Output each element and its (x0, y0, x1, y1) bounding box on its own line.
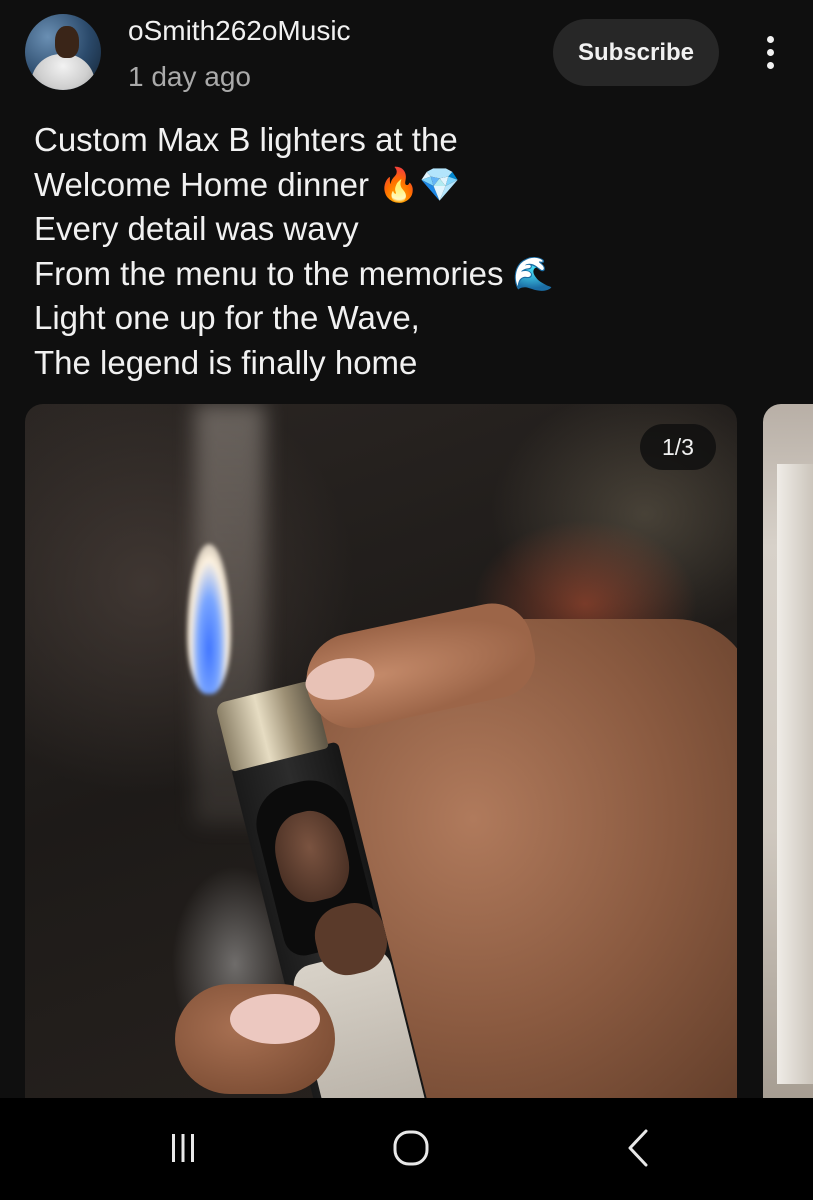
more-dot (766, 35, 774, 43)
post-time: 1 day ago (128, 61, 251, 92)
next-image-preview[interactable] (763, 404, 813, 1098)
image-page-indicator: 1/3 (640, 424, 716, 470)
post-text-line: Every detail was wavy (34, 210, 359, 247)
recents-icon (172, 1134, 194, 1162)
post-text-line: From the menu to the memories 🌊 (34, 254, 554, 292)
back-icon (628, 1129, 648, 1167)
avatar-head (55, 26, 79, 58)
more-vert-icon[interactable] (750, 30, 790, 74)
channel-avatar[interactable] (25, 14, 101, 90)
community-post: oSmith262oMusic 1 day ago Subscribe Cust… (0, 0, 813, 1098)
next-image-content (777, 464, 813, 1084)
avatar-coat (31, 54, 95, 90)
post-image[interactable] (25, 404, 737, 1098)
more-dot (766, 61, 774, 69)
finger-nail (230, 994, 320, 1044)
subscribe-button[interactable]: Subscribe (553, 19, 719, 86)
post-text-line: Light one up for the Wave, (34, 299, 420, 336)
post-text-line: Welcome Home dinner 🔥💎 (34, 165, 461, 203)
more-dot (766, 48, 774, 56)
post-text-line: Custom Max B lighters at the (34, 121, 458, 158)
post-text: Custom Max B lighters at the Welcome Hom… (34, 118, 774, 385)
home-icon (393, 1130, 429, 1166)
channel-name[interactable]: oSmith262oMusic (128, 14, 351, 48)
recents-button[interactable] (143, 1118, 223, 1178)
home-button[interactable] (371, 1118, 451, 1178)
back-button[interactable] (599, 1118, 679, 1178)
post-text-line: The legend is finally home (34, 343, 418, 381)
system-nav-bar (0, 1098, 813, 1200)
